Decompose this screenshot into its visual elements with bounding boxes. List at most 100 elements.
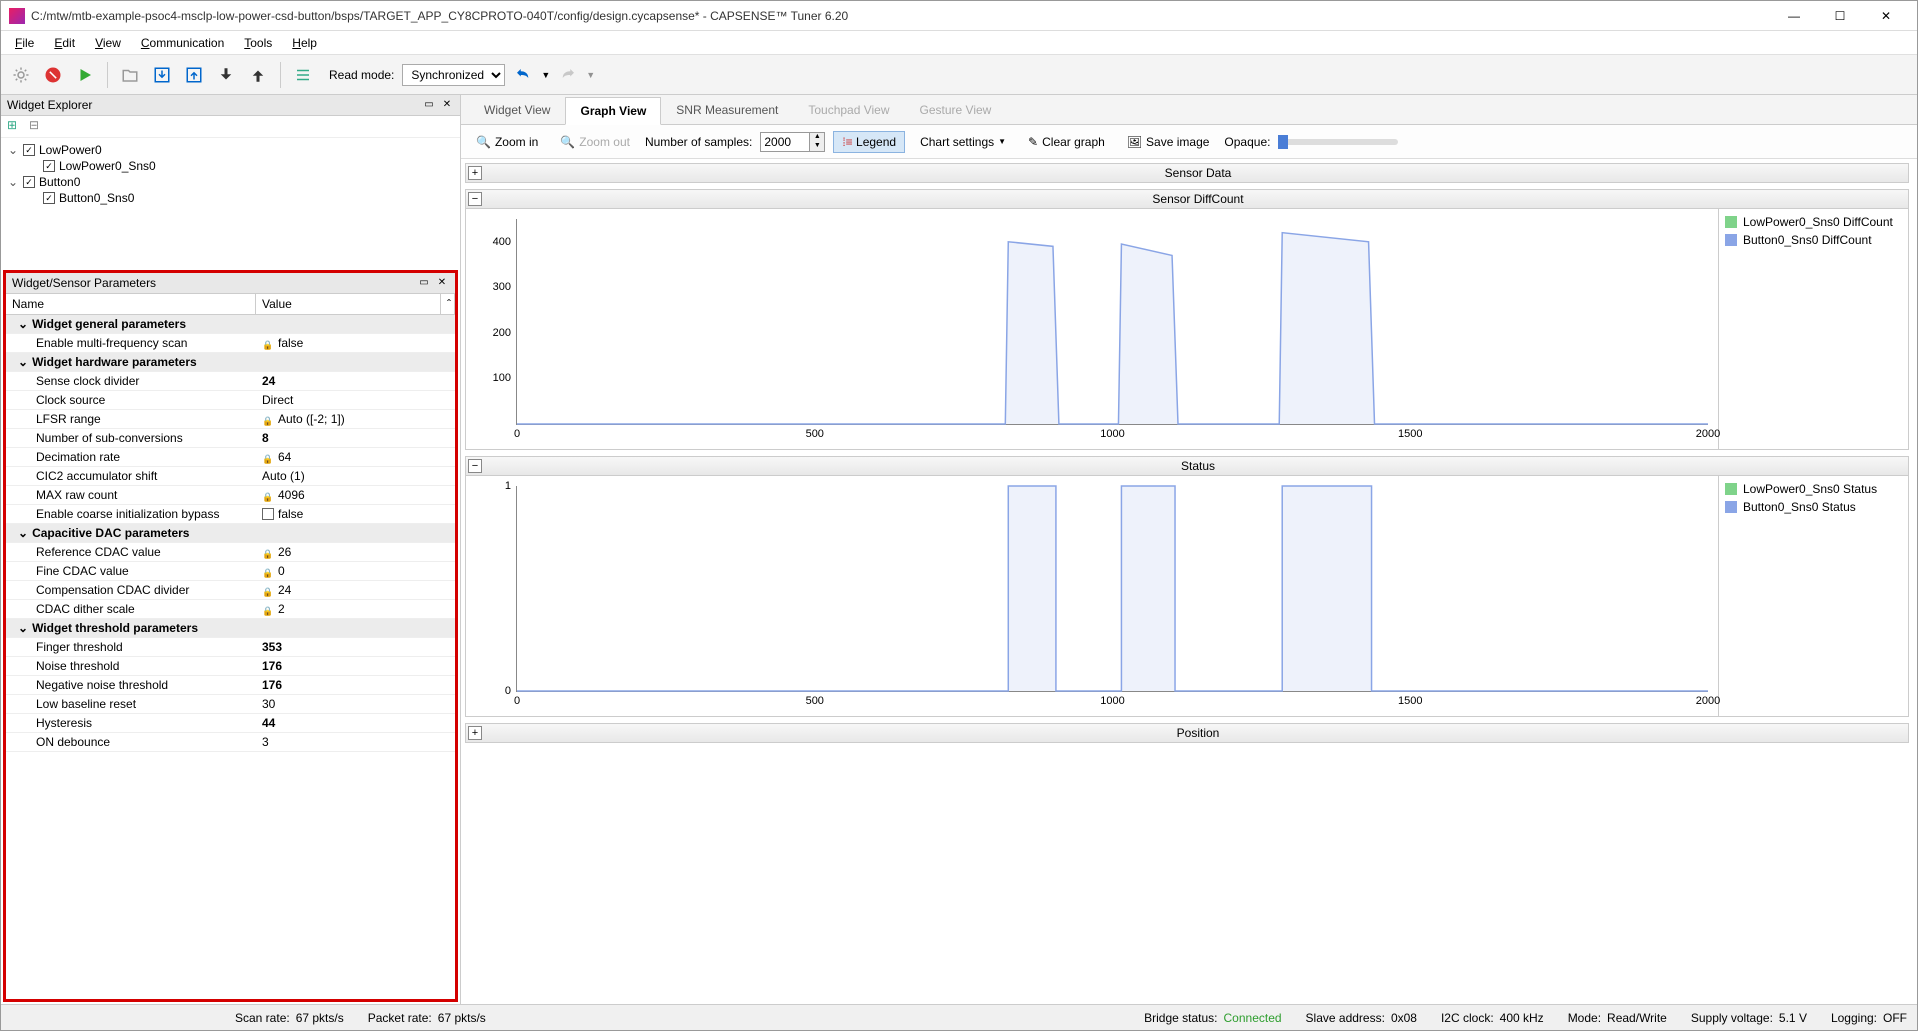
menu-file[interactable]: File xyxy=(5,33,44,53)
tab-widget-view[interactable]: Widget View xyxy=(469,96,565,124)
upload-icon[interactable] xyxy=(180,61,208,89)
status-chart[interactable]: 010500100015002000 xyxy=(466,476,1718,716)
play-icon[interactable] xyxy=(71,61,99,89)
menu-view[interactable]: View xyxy=(85,33,131,53)
legend-swatch xyxy=(1725,483,1737,495)
tab-touchpad: Touchpad View xyxy=(793,96,904,124)
expand-all-icon[interactable]: ⊞ xyxy=(7,118,23,132)
undock-icon[interactable]: ▭ xyxy=(417,276,431,290)
chevron-down-icon[interactable]: ⌄ xyxy=(7,143,19,157)
tab-gesture: Gesture View xyxy=(905,96,1007,124)
param-row[interactable]: Low baseline reset30 xyxy=(6,695,455,714)
gear-icon[interactable] xyxy=(7,61,35,89)
clear-graph-button[interactable]: ✎Clear graph xyxy=(1021,131,1112,153)
param-row[interactable]: CDAC dither scale2 xyxy=(6,600,455,619)
list-icon[interactable] xyxy=(289,61,317,89)
params-grid-body[interactable]: ⌄ Widget general parametersEnable multi-… xyxy=(6,315,455,999)
param-group-header[interactable]: ⌄ Widget hardware parameters xyxy=(6,353,455,372)
chevron-down-icon[interactable]: ⌄ xyxy=(18,526,28,540)
undo-dropdown-icon[interactable]: ▼ xyxy=(541,70,550,80)
undo-icon[interactable] xyxy=(509,61,537,89)
spinner-up-icon[interactable]: ▲ xyxy=(810,133,824,142)
tree-item[interactable]: ⌄ ✓ LowPower0 xyxy=(3,142,458,158)
checkbox-icon[interactable] xyxy=(262,508,274,520)
maximize-button[interactable]: ☐ xyxy=(1817,1,1863,31)
param-row[interactable]: Noise threshold176 xyxy=(6,657,455,676)
read-mode-select[interactable]: Synchronized xyxy=(402,64,505,86)
redo-dropdown-icon[interactable]: ▼ xyxy=(586,70,595,80)
redo-icon[interactable] xyxy=(554,61,582,89)
open-icon[interactable] xyxy=(116,61,144,89)
checkbox-icon[interactable]: ✓ xyxy=(43,160,55,172)
explorer-toolbar: ⊞ ⊟ xyxy=(1,116,460,138)
tree-item[interactable]: ✓ Button0_Sns0 xyxy=(3,190,458,206)
main-toolbar: Read mode: Synchronized ▼ ▼ xyxy=(1,55,1917,95)
diffcount-chart[interactable]: 1002003004000500100015002000 xyxy=(466,209,1718,449)
param-row[interactable]: Decimation rate64 xyxy=(6,448,455,467)
param-row[interactable]: Number of sub-conversions8 xyxy=(6,429,455,448)
param-row[interactable]: Clock sourceDirect xyxy=(6,391,455,410)
chevron-down-icon[interactable]: ⌄ xyxy=(7,175,19,189)
param-row[interactable]: ON debounce3 xyxy=(6,733,455,752)
legend-button[interactable]: ⁞≡ Legend xyxy=(833,131,905,153)
collapse-icon[interactable]: − xyxy=(468,459,482,473)
collapse-all-icon[interactable]: ⊟ xyxy=(29,118,45,132)
menu-tools[interactable]: Tools xyxy=(234,33,282,53)
import-icon[interactable] xyxy=(212,61,240,89)
param-row[interactable]: Reference CDAC value26 xyxy=(6,543,455,562)
checkbox-icon[interactable]: ✓ xyxy=(23,176,35,188)
sensor-data-section: +Sensor Data xyxy=(465,163,1909,183)
param-row[interactable]: Enable coarse initialization bypass fals… xyxy=(6,505,455,524)
chevron-down-icon[interactable]: ⌄ xyxy=(18,621,28,635)
export-icon[interactable] xyxy=(244,61,272,89)
status-legend: LowPower0_Sns0 Status Button0_Sns0 Statu… xyxy=(1718,476,1908,716)
chevron-down-icon[interactable]: ⌄ xyxy=(18,355,28,369)
expand-icon[interactable]: + xyxy=(468,166,482,180)
window-title: C:/mtw/mtb-example-psoc4-msclp-low-power… xyxy=(31,9,1771,23)
tree-item[interactable]: ⌄ ✓ Button0 xyxy=(3,174,458,190)
download-icon[interactable] xyxy=(148,61,176,89)
chart-settings-button[interactable]: Chart settings ▼ xyxy=(913,131,1013,153)
spinner-down-icon[interactable]: ▼ xyxy=(810,142,824,151)
lock-icon xyxy=(262,546,274,558)
checkbox-icon[interactable]: ✓ xyxy=(43,192,55,204)
param-row[interactable]: Hysteresis44 xyxy=(6,714,455,733)
undock-icon[interactable]: ▭ xyxy=(422,98,436,112)
param-row[interactable]: Enable multi-frequency scanfalse xyxy=(6,334,455,353)
expand-icon[interactable]: + xyxy=(468,726,482,740)
collapse-icon[interactable]: − xyxy=(468,192,482,206)
zoom-in-button[interactable]: 🔍Zoom in xyxy=(469,131,545,153)
param-group-header[interactable]: ⌄ Capacitive DAC parameters xyxy=(6,524,455,543)
tree-item[interactable]: ✓ LowPower0_Sns0 xyxy=(3,158,458,174)
stop-icon[interactable] xyxy=(39,61,67,89)
menu-help[interactable]: Help xyxy=(282,33,327,53)
menu-edit[interactable]: Edit xyxy=(44,33,85,53)
param-row[interactable]: Fine CDAC value0 xyxy=(6,562,455,581)
samples-input[interactable] xyxy=(760,132,810,152)
param-row[interactable]: MAX raw count4096 xyxy=(6,486,455,505)
close-panel-icon[interactable]: ✕ xyxy=(435,276,449,290)
opaque-slider[interactable] xyxy=(1278,139,1398,145)
close-panel-icon[interactable]: ✕ xyxy=(440,98,454,112)
minimize-button[interactable]: — xyxy=(1771,1,1817,31)
tab-snr[interactable]: SNR Measurement xyxy=(661,96,793,124)
param-row[interactable]: Negative noise threshold176 xyxy=(6,676,455,695)
param-row[interactable]: Sense clock divider24 xyxy=(6,372,455,391)
save-image-button[interactable]: 🖼Save image xyxy=(1120,131,1217,153)
lock-icon xyxy=(262,565,274,577)
param-row[interactable]: LFSR rangeAuto ([-2; 1]) xyxy=(6,410,455,429)
legend-swatch xyxy=(1725,234,1737,246)
close-button[interactable]: ✕ xyxy=(1863,1,1909,31)
param-group-header[interactable]: ⌄ Widget general parameters xyxy=(6,315,455,334)
param-row[interactable]: CIC2 accumulator shiftAuto (1) xyxy=(6,467,455,486)
param-row[interactable]: Finger threshold353 xyxy=(6,638,455,657)
param-row[interactable]: Compensation CDAC divider24 xyxy=(6,581,455,600)
chevron-down-icon[interactable]: ⌄ xyxy=(18,317,28,331)
param-group-header[interactable]: ⌄ Widget threshold parameters xyxy=(6,619,455,638)
tab-graph-view[interactable]: Graph View xyxy=(565,97,661,125)
read-mode-label: Read mode: xyxy=(329,68,394,82)
save-icon: 🖼 xyxy=(1127,135,1142,149)
scroll-up-icon[interactable]: ˆ xyxy=(441,294,455,314)
checkbox-icon[interactable]: ✓ xyxy=(23,144,35,156)
menu-communication[interactable]: Communication xyxy=(131,33,234,53)
